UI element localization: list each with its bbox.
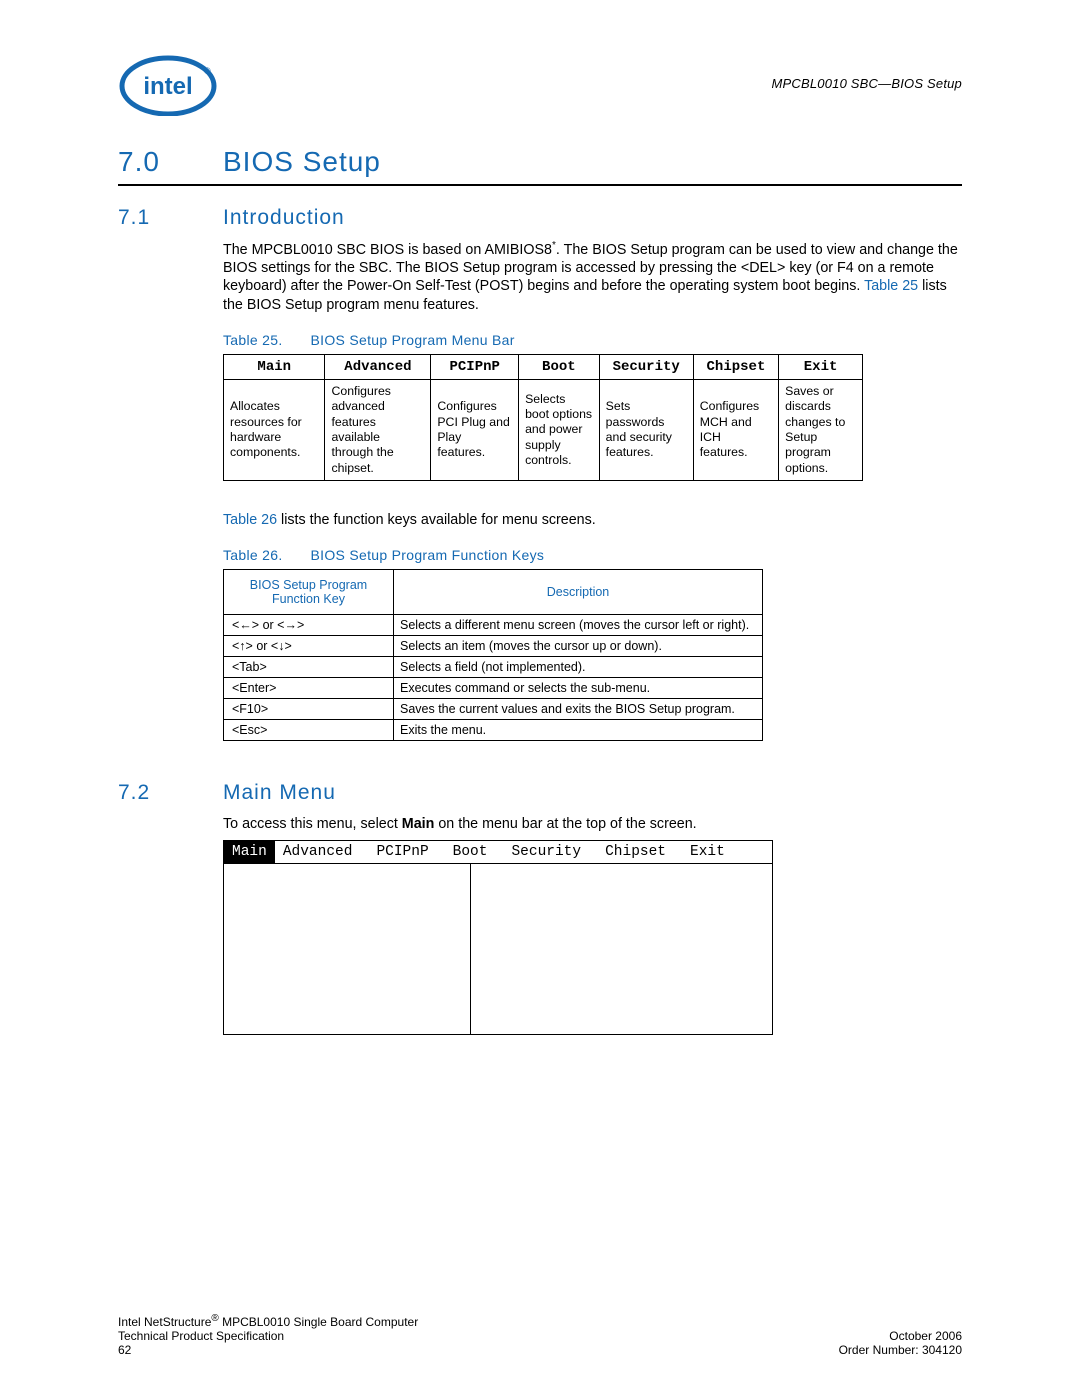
subsection-title: Introduction [223, 206, 345, 230]
cell: Saves or discards changes to Setup progr… [779, 379, 863, 480]
cross-reference: Table 26 [223, 512, 277, 528]
header-doc-title: MPCBL0010 SBC—BIOS Setup [771, 76, 962, 91]
cell: <↑> or <↓> [224, 636, 394, 657]
table-26: BIOS Setup Program Function Key Descript… [223, 569, 763, 741]
cell: Selects a different menu screen (moves t… [394, 615, 763, 636]
bios-menu-bar: Main Advanced PCIPnP Boot Security Chips… [224, 841, 772, 864]
cell: Executes command or selects the sub-menu… [394, 678, 763, 699]
footer-left: Intel NetStructure® MPCBL0010 Single Boa… [118, 1313, 962, 1357]
svg-text:®: ® [204, 66, 211, 76]
table-row: <Esc>Exits the menu. [224, 720, 763, 741]
bios-menu-left-pane [224, 864, 471, 1034]
intro-paragraph: The MPCBL0010 SBC BIOS is based on AMIBI… [223, 240, 962, 314]
cell: <←> or <→> [224, 615, 394, 636]
footer-right: October 2006 Order Number: 304120 [839, 1329, 962, 1357]
page: intel ® MPCBL0010 SBC—BIOS Setup 7.0 BIO… [0, 0, 1080, 1397]
page-header: intel ® MPCBL0010 SBC—BIOS Setup [118, 50, 962, 116]
footer-product: MPCBL0010 Single Board Computer [219, 1315, 418, 1329]
table-row: Allocates resources for hardware compone… [224, 379, 863, 480]
emphasis: Main [402, 816, 435, 832]
subsection-title: Main Menu [223, 781, 336, 805]
col-header: Security [599, 354, 693, 379]
cell: Sets passwords and security features. [599, 379, 693, 480]
tab-chipset: Chipset [597, 841, 682, 863]
table-row: <←> or <→>Selects a different menu scree… [224, 615, 763, 636]
footer-date: October 2006 [889, 1329, 962, 1343]
tab-advanced: Advanced [275, 841, 369, 863]
cell: Selects an item (moves the cursor up or … [394, 636, 763, 657]
caption-number: Table 26. [223, 547, 283, 563]
subsection-number: 7.1 [118, 206, 223, 230]
bios-menu-right-pane [471, 864, 772, 1034]
col-header: Description [394, 570, 763, 615]
section-7-heading: 7.0 BIOS Setup [118, 146, 962, 178]
tab-pcipnp: PCIPnP [368, 841, 444, 863]
table-header-row: Main Advanced PCIPnP Boot Security Chips… [224, 354, 863, 379]
table-26-caption: Table 26. BIOS Setup Program Function Key… [223, 547, 962, 563]
cell: Exits the menu. [394, 720, 763, 741]
footer-order-number: Order Number: 304120 [839, 1343, 962, 1357]
cell: Selects a field (not implemented). [394, 657, 763, 678]
cross-reference: Table 25 [864, 278, 918, 294]
col-header: PCIPnP [431, 354, 519, 379]
section-title: BIOS Setup [223, 146, 381, 178]
cell: Allocates resources for hardware compone… [224, 379, 325, 480]
table-25-caption: Table 25. BIOS Setup Program Menu Bar [223, 332, 962, 348]
horizontal-rule [118, 184, 962, 186]
caption-number: Table 25. [223, 332, 283, 348]
table-row: <Tab>Selects a field (not implemented). [224, 657, 763, 678]
cell: <Tab> [224, 657, 394, 678]
table-row: <F10>Saves the current values and exits … [224, 699, 763, 720]
cell: Configures advanced features available t… [325, 379, 431, 480]
table-row: <↑> or <↓>Selects an item (moves the cur… [224, 636, 763, 657]
cell: <Enter> [224, 678, 394, 699]
tab-main: Main [224, 841, 275, 863]
tab-exit: Exit [682, 841, 741, 863]
cell: Configures PCI Plug and Play features. [431, 379, 519, 480]
col-header: Advanced [325, 354, 431, 379]
col-header: Boot [519, 354, 600, 379]
footer-product: Intel NetStructure [118, 1315, 211, 1329]
page-number: 62 [118, 1343, 131, 1357]
tab-boot: Boot [445, 841, 504, 863]
bios-menu-body [224, 864, 772, 1034]
page-footer: Intel NetStructure® MPCBL0010 Single Boa… [118, 1313, 962, 1357]
main-menu-paragraph: To access this menu, select Main on the … [223, 815, 962, 833]
table-25: Main Advanced PCIPnP Boot Security Chips… [223, 354, 863, 481]
subsection-number: 7.2 [118, 781, 223, 805]
col-header: Main [224, 354, 325, 379]
paragraph-text: on the menu bar at the top of the screen… [434, 816, 696, 832]
paragraph-text: To access this menu, select [223, 816, 402, 832]
caption-title: BIOS Setup Program Menu Bar [311, 332, 515, 348]
cell: Selects boot options and power supply co… [519, 379, 600, 480]
svg-text:intel: intel [143, 73, 192, 100]
cell: <F10> [224, 699, 394, 720]
cell: Saves the current values and exits the B… [394, 699, 763, 720]
registered-mark: ® [211, 1313, 218, 1324]
table-row: <Enter>Executes command or selects the s… [224, 678, 763, 699]
col-header: BIOS Setup Program Function Key [224, 570, 394, 615]
caption-title: BIOS Setup Program Function Keys [311, 547, 545, 563]
paragraph-text: lists the function keys available for me… [277, 512, 596, 528]
section-7-2-heading: 7.2 Main Menu [118, 781, 962, 805]
tab-security: Security [503, 841, 597, 863]
section-7-1-heading: 7.1 Introduction [118, 206, 962, 230]
bios-menu-screenshot: Main Advanced PCIPnP Boot Security Chips… [223, 840, 773, 1035]
footer-subtitle: Technical Product Specification [118, 1329, 284, 1343]
paragraph-text: The MPCBL0010 SBC BIOS is based on AMIBI… [223, 242, 552, 258]
section-number: 7.0 [118, 146, 223, 178]
col-header: Chipset [693, 354, 778, 379]
cell: <Esc> [224, 720, 394, 741]
cell: Configures MCH and ICH features. [693, 379, 778, 480]
table-header-row: BIOS Setup Program Function Key Descript… [224, 570, 763, 615]
intel-logo: intel ® [118, 50, 218, 116]
between-paragraph: Table 26 lists the function keys availab… [223, 511, 962, 529]
col-header: Exit [779, 354, 863, 379]
